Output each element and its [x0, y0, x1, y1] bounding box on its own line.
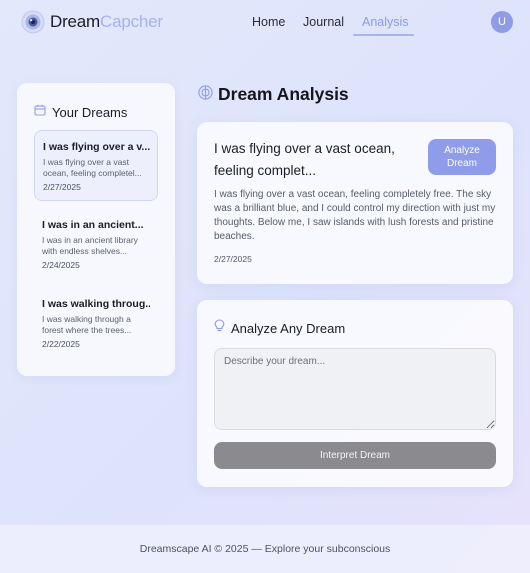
selected-dream-title: I was flying over a vast ocean, feeling …	[214, 141, 395, 178]
selected-dream-date: 2/27/2025	[214, 254, 252, 264]
main-nav: Home Journal Analysis	[0, 15, 530, 39]
nav-home[interactable]: Home	[252, 15, 285, 29]
dream-list-item[interactable]: I was flying over a v... I was flying ov…	[34, 130, 158, 201]
nav-journal[interactable]: Journal	[303, 15, 344, 29]
dream-list-item[interactable]: I was in an ancient... I was in an ancie…	[34, 209, 158, 280]
dream-item-snippet: I was walking through a forest where the…	[42, 314, 132, 335]
dream-item-date: 2/22/2025	[42, 339, 80, 349]
footer-text: Dreamscape AI © 2025 — Explore your subc…	[139, 543, 391, 555]
page-title: Dream Analysis	[218, 84, 349, 104]
avatar[interactable]: U	[491, 11, 513, 33]
dream-item-snippet: I was in an ancient library with endless…	[42, 235, 138, 256]
analyze-any-card: Analyze Any Dream Interpret Dream	[197, 300, 513, 487]
dream-item-date: 2/27/2025	[43, 182, 81, 192]
page-header: Dream Analysis	[198, 84, 349, 105]
nav-active-indicator	[353, 34, 414, 36]
analyze-dream-button[interactable]: Analyze Dream	[428, 139, 496, 175]
dream-item-title: I was flying over a v...	[43, 141, 151, 153]
brain-icon	[198, 84, 213, 105]
dreams-sidebar: Your Dreams I was flying over a v... I w…	[17, 83, 175, 376]
dream-description-input[interactable]	[214, 348, 496, 430]
dream-item-date: 2/24/2025	[42, 260, 80, 270]
calendar-icon	[34, 103, 46, 121]
sidebar-header: Your Dreams	[34, 103, 127, 121]
interpret-dream-button[interactable]: Interpret Dream	[214, 442, 496, 469]
nav-analysis[interactable]: Analysis	[362, 15, 409, 29]
lightbulb-icon	[214, 319, 225, 337]
analyze-any-header: Analyze Any Dream	[214, 319, 345, 337]
sidebar-title: Your Dreams	[52, 104, 128, 120]
dream-item-title: I was in an ancient...	[42, 219, 144, 231]
footer: Dreamscape AI © 2025 — Explore your subc…	[0, 525, 530, 573]
header: DreamCapcher Home Journal Analysis U	[0, 0, 530, 48]
dream-item-title: I was walking throug...	[42, 298, 150, 310]
analyze-any-title: Analyze Any Dream	[231, 320, 346, 336]
selected-dream-card: I was flying over a vast ocean, feeling …	[197, 122, 513, 284]
dream-item-snippet: I was flying over a vast ocean, feeling …	[43, 157, 142, 178]
dream-list-item[interactable]: I was walking throug... I was walking th…	[34, 288, 158, 359]
selected-dream-body: I was flying over a vast ocean, feeling …	[214, 189, 496, 242]
